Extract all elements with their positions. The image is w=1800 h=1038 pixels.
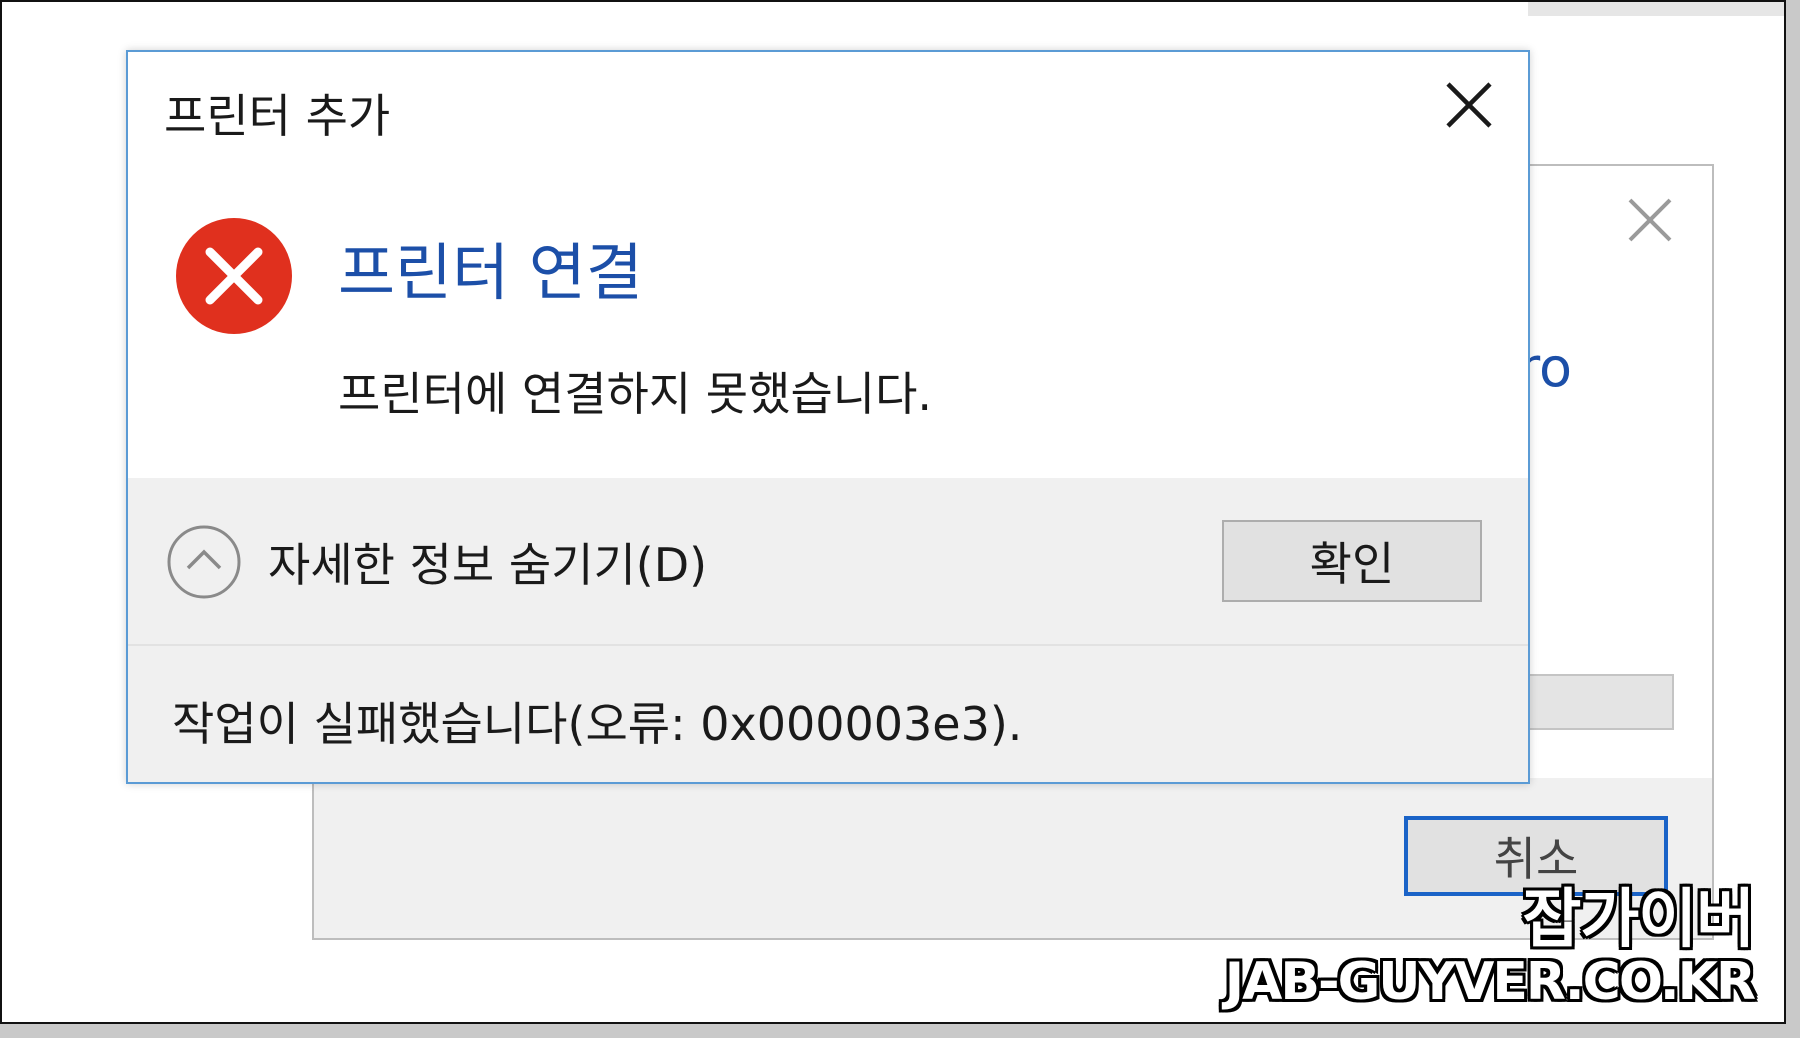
background-window-edge <box>1528 2 1784 16</box>
dialog-heading: 프린터 연결 <box>338 236 643 309</box>
add-printer-error-dialog: 프린터 추가 프린터 연결 프린터에 연결하지 못했습니다. 자세한 정보 숨기… <box>126 50 1530 784</box>
hide-details-toggle[interactable]: 자세한 정보 숨기기(D) <box>166 522 707 602</box>
watermark-url: JAB-GUYVER.CO.KR <box>1224 952 1756 1012</box>
error-icon <box>174 216 294 336</box>
error-details-pane: 작업이 실패했습니다(오류: 0x000003e3). <box>128 646 1528 782</box>
hide-details-label: 자세한 정보 숨기기(D) <box>268 538 708 592</box>
dialog-title: 프린터 추가 <box>164 89 391 143</box>
dialog-actions-bar: 자세한 정보 숨기기(D) 확인 <box>128 478 1528 646</box>
watermark-name: 잡가이버 <box>1522 883 1755 957</box>
error-code-text: 작업이 실패했습니다(오류: 0x000003e3). <box>172 697 1023 751</box>
screenshot-frame: ro 취소 프린터 추가 프린터 연결 프린터에 연결하지 못했습니다. 자세한… <box>0 0 1786 1024</box>
chevron-up-icon <box>167 525 241 599</box>
background-input-field[interactable] <box>1524 674 1674 730</box>
background-close-icon[interactable] <box>1624 194 1676 246</box>
close-icon[interactable] <box>1440 76 1498 134</box>
error-message: 프린터에 연결하지 못했습니다. <box>338 367 933 421</box>
ok-button[interactable]: 확인 <box>1222 520 1482 602</box>
